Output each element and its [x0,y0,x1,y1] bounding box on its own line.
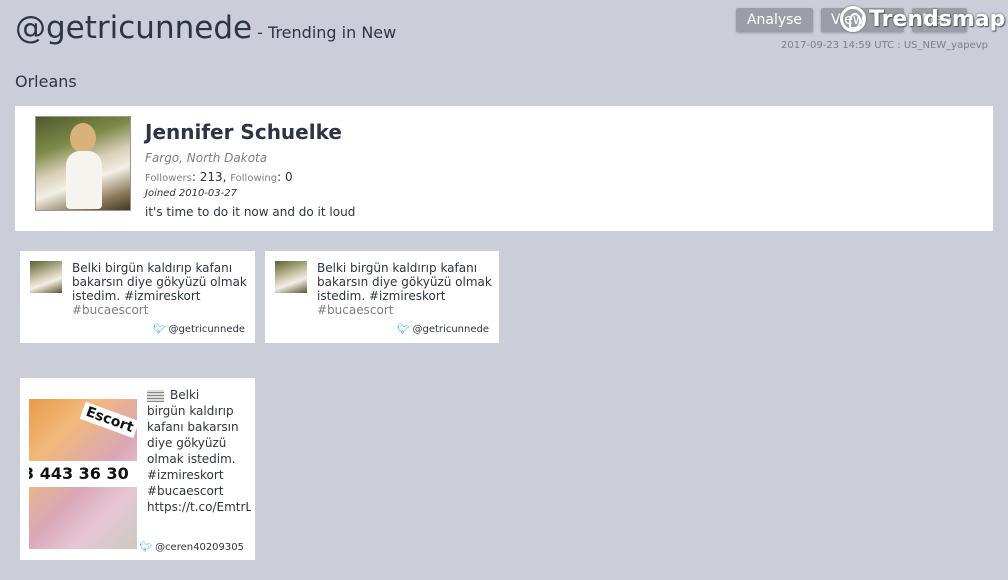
page-header: @getricunnede - Trending in New [15,10,396,46]
tweet-text: Belki birgün kaldırıp kafanı bakarsın di… [147,387,251,527]
timestamp-stamp: 2017-09-23 14:59 UTC : US_NEW_yapevp [780,40,988,51]
tweet-card-media[interactable]: Escort 3 443 36 30 Belki birgün kaldırıp… [20,378,255,560]
tweet-avatar[interactable] [275,261,307,293]
tweet-card[interactable]: Belki birgün kaldırıp kafanı bakarsın di… [265,251,499,343]
tweet-hashtag[interactable]: #bucaescort [317,303,393,316]
tweet-text: Belki birgün kaldırıp kafanı bakarsın di… [72,261,247,316]
trend-handle[interactable]: @getricunnede [15,10,252,46]
tweet-body: Belki birgün kaldırıp kafanı bakarsın di… [147,388,251,514]
tweet-card[interactable]: Belki birgün kaldırıp kafanı bakarsın di… [20,251,255,343]
colon: : [277,170,285,184]
twitter-bird-icon: 🐦︎ [396,324,410,335]
map-pin-icon [840,6,866,32]
following-count: 0 [284,170,293,184]
trendsmap-logo[interactable]: Trendsmap [840,6,1005,32]
twitter-bird-icon: 🐦︎ [139,542,153,553]
profile-joined: Joined 2010-03-27 [145,188,237,199]
following-label: Following [230,173,278,184]
tweet-footer[interactable]: 🐦︎ @ceren40209305 [139,542,244,553]
profile-stats: Followers: 213, Following: 0 [145,170,293,184]
profile-name[interactable]: Jennifer Schuelke [145,120,342,144]
emoji-icon [147,389,164,402]
photo-tag-text: Escort [79,401,137,439]
tweet-text: Belki birgün kaldırıp kafanı bakarsın di… [317,261,492,316]
profile-location: Fargo, North Dakota [145,151,268,165]
trend-suffix: - Trending in New [257,23,397,42]
tweet-photo[interactable]: Escort 3 443 36 30 [29,399,137,549]
logo-text: Trendsmap [869,6,1006,32]
tweet-user[interactable]: @ceren40209305 [155,542,244,553]
trend-city: Orleans [15,72,77,91]
tweet-body: Belki birgün kaldırıp kafanı bakarsın di… [72,261,247,303]
tweet-footer[interactable]: 🐦︎ @getricunnede [397,324,489,335]
analyse-button[interactable]: Analyse [736,8,813,32]
tweet-user[interactable]: @getricunnede [169,324,245,335]
tweet-avatar[interactable] [30,261,62,293]
twitter-bird-icon: 🐦︎ [152,324,166,335]
tweet-hashtag[interactable]: #bucaescort [72,303,148,316]
followers-count: 213 [199,170,223,184]
profile-avatar[interactable] [35,116,131,211]
tweet-footer[interactable]: 🐦︎ @getricunnede [153,324,245,335]
profile-card: Jennifer Schuelke Fargo, North Dakota Fo… [15,106,993,231]
colon: : [191,170,200,184]
tweet-user[interactable]: @getricunnede [413,324,489,335]
followers-label: Followers [145,173,192,184]
photo-phone-band: 3 443 36 30 [29,461,137,487]
profile-bio: it's time to do it now and do it loud [145,205,356,219]
tweet-body: Belki birgün kaldırıp kafanı bakarsın di… [317,261,492,303]
